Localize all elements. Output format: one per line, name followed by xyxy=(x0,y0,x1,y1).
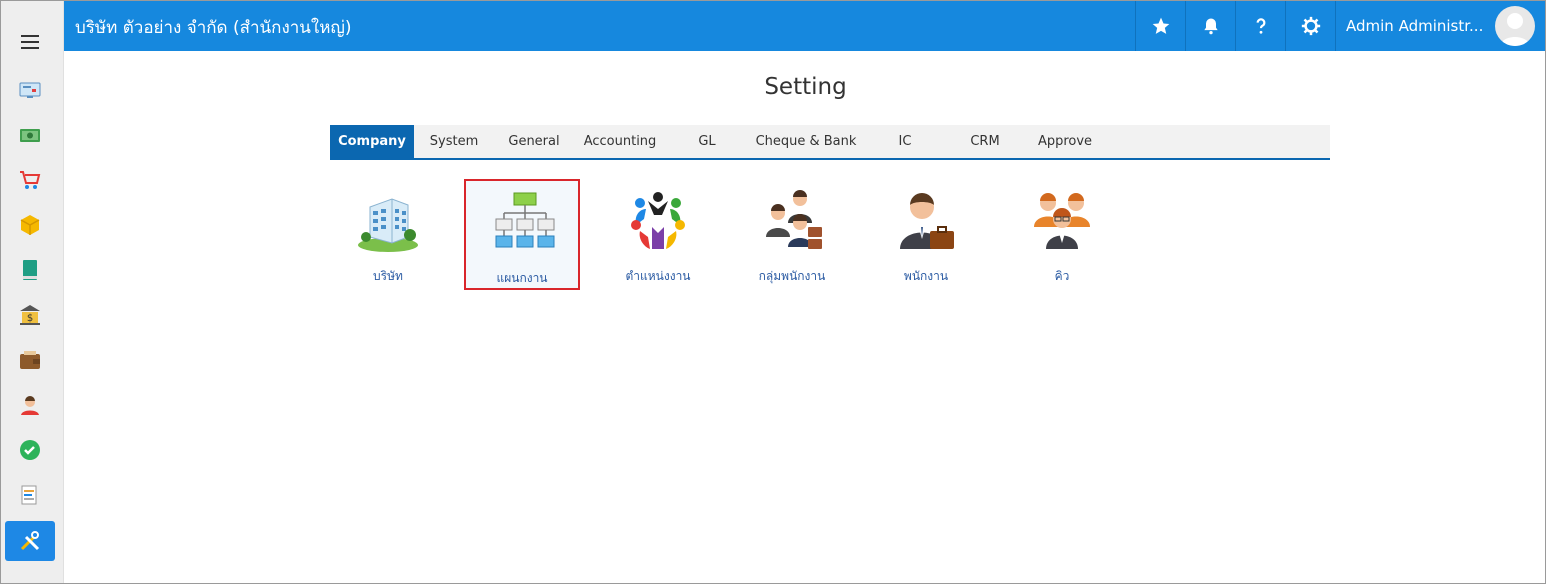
dashboard-icon[interactable] xyxy=(5,70,55,110)
tile-label: พนักงาน xyxy=(903,269,949,283)
tile-label: แผนกงาน xyxy=(496,271,548,285)
tab-approve[interactable]: Approve xyxy=(1024,125,1106,158)
employee-icon xyxy=(900,193,954,249)
settings-tabs: Company System General Accounting GL Che… xyxy=(330,125,1330,160)
settings-button[interactable] xyxy=(1285,1,1335,51)
cart-icon[interactable] xyxy=(5,160,55,200)
tile-label: กลุ่มพนักงาน xyxy=(758,269,826,283)
avatar[interactable] xyxy=(1495,6,1535,46)
tile-position[interactable]: ตำแหน่งงาน xyxy=(600,179,716,290)
tile-company[interactable]: บริษัท xyxy=(330,179,446,290)
app-window: $ บริษัท ตัวอย่าง จำกัด (สำนักงานใหญ่) A… xyxy=(0,0,1546,584)
settings-grid: บริษัท แผนกงาน ตำแหน่งงาน กลุ่มพนักงาน พ… xyxy=(330,179,1330,291)
tab-gl[interactable]: GL xyxy=(666,125,748,158)
tab-general[interactable]: General xyxy=(494,125,574,158)
org-chart-icon xyxy=(495,192,555,248)
tile-employee-group[interactable]: กลุ่มพนักงาน xyxy=(734,179,850,290)
tab-cheque-bank[interactable]: Cheque & Bank xyxy=(748,125,864,158)
tile-label: บริษัท xyxy=(373,269,403,283)
gear-icon xyxy=(1301,16,1320,36)
tab-system[interactable]: System xyxy=(414,125,494,158)
question-icon xyxy=(1256,18,1265,34)
building-icon xyxy=(358,198,418,252)
employee-group-icon xyxy=(766,190,822,249)
tab-company[interactable]: Company xyxy=(330,125,414,158)
queue-icon xyxy=(1034,193,1090,249)
svg-text:$: $ xyxy=(27,313,33,324)
check-icon[interactable] xyxy=(5,430,55,470)
tab-ic[interactable]: IC xyxy=(864,125,946,158)
favorites-button[interactable] xyxy=(1135,1,1185,51)
notifications-button[interactable] xyxy=(1185,1,1235,51)
top-bar: บริษัท ตัวอย่าง จำกัด (สำนักงานใหญ่) Adm… xyxy=(64,1,1545,51)
tab-accounting[interactable]: Accounting xyxy=(574,125,666,158)
company-name[interactable]: บริษัท ตัวอย่าง จำกัด (สำนักงานใหญ่) xyxy=(75,14,352,41)
menu-icon[interactable] xyxy=(21,35,39,49)
book-icon[interactable] xyxy=(5,250,55,290)
star-icon xyxy=(1152,17,1169,34)
money-icon[interactable] xyxy=(5,115,55,155)
wallet-icon[interactable] xyxy=(5,340,55,380)
report-icon[interactable] xyxy=(5,475,55,515)
page-title: Setting xyxy=(764,74,847,100)
top-actions: Admin Administr... xyxy=(1135,1,1545,51)
tile-label: คิว xyxy=(1054,269,1070,283)
box-icon[interactable] xyxy=(5,205,55,245)
user-name: Admin Administr... xyxy=(1346,17,1484,35)
sidebar: $ xyxy=(1,1,64,583)
person-icon[interactable] xyxy=(5,385,55,425)
bell-icon xyxy=(1203,18,1218,35)
people-circle-icon xyxy=(631,192,685,249)
tile-label: ตำแหน่งงาน xyxy=(625,269,691,283)
bank-icon[interactable]: $ xyxy=(5,295,55,335)
tile-employee[interactable]: พนักงาน xyxy=(868,179,984,290)
tab-crm[interactable]: CRM xyxy=(946,125,1024,158)
tools-icon[interactable] xyxy=(5,521,55,561)
tile-department[interactable]: แผนกงาน xyxy=(464,179,580,290)
user-menu[interactable]: Admin Administr... xyxy=(1335,1,1545,51)
tile-queue[interactable]: คิว xyxy=(1004,179,1120,290)
help-button[interactable] xyxy=(1235,1,1285,51)
